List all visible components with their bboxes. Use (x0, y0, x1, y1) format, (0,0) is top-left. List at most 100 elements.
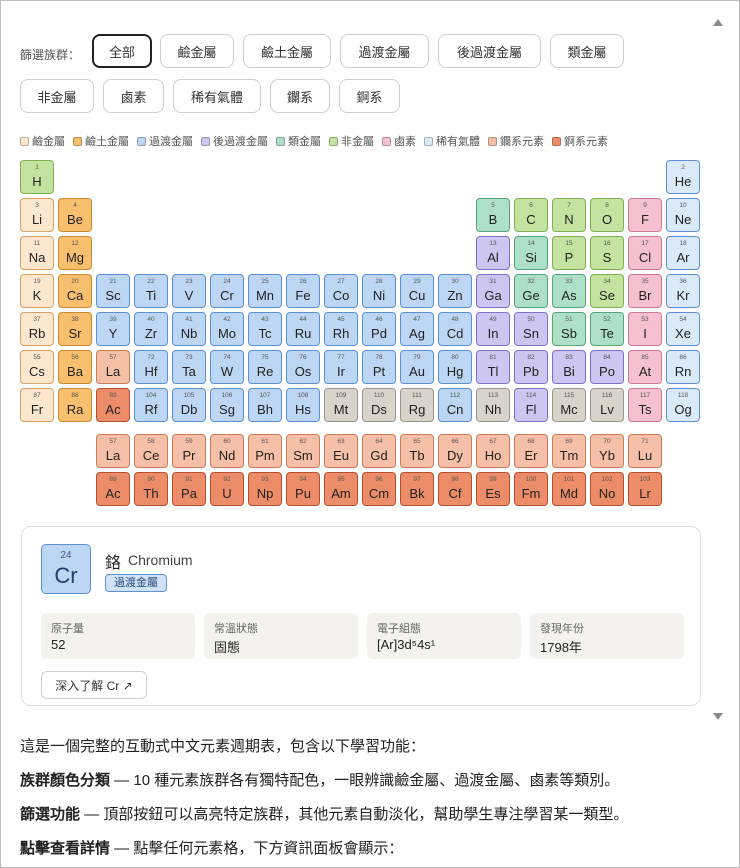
element-tile-n[interactable]: 7N (552, 198, 586, 232)
element-tile-cn[interactable]: 112 Cn (438, 388, 472, 422)
element-tile-ra[interactable]: 88 Ra (58, 388, 92, 422)
element-tile-li[interactable]: 3 Li (20, 198, 54, 232)
element-tile-bh[interactable]: 107 Bh (248, 388, 282, 422)
element-tile-o[interactable]: 8O (590, 198, 624, 232)
element-tile-eu[interactable]: 63 Eu (324, 434, 358, 468)
element-tile-s[interactable]: 16 S (590, 236, 624, 270)
element-tile-kr[interactable]: 36 Kr (666, 274, 700, 308)
element-tile-hg[interactable]: 80 Hg (438, 350, 472, 384)
element-tile-sm[interactable]: 62 Sm (286, 434, 320, 468)
element-tile-hf[interactable]: 72 Hf (134, 350, 168, 384)
element-tile-fr[interactable]: 87 Fr (20, 388, 54, 422)
element-tile-ru[interactable]: 44 Ru (286, 312, 320, 346)
element-tile-c[interactable]: 6C (514, 198, 548, 232)
element-tile-ag[interactable]: 47 Ag (400, 312, 434, 346)
element-tile-pb[interactable]: 82 Pb (514, 350, 548, 384)
element-tile-he[interactable]: 2 He (666, 160, 700, 194)
element-tile-sn[interactable]: 50 Sn (514, 312, 548, 346)
element-tile-ni[interactable]: 28 Ni (362, 274, 396, 308)
element-tile-y[interactable]: 39 Y (96, 312, 130, 346)
element-tile-os[interactable]: 76 Os (286, 350, 320, 384)
element-tile-re[interactable]: 75 Re (248, 350, 282, 384)
element-tile-bi[interactable]: 83 Bi (552, 350, 586, 384)
scroll-up-arrow-icon[interactable] (713, 19, 723, 26)
element-tile-cu[interactable]: 29 Cu (400, 274, 434, 308)
element-tile-mg[interactable]: 12 Mg (58, 236, 92, 270)
element-tile-al[interactable]: 13 Al (476, 236, 510, 270)
element-tile-no[interactable]: 102 No (590, 472, 624, 506)
element-tile-co[interactable]: 27 Co (324, 274, 358, 308)
element-tile-ba[interactable]: 56 Ba (58, 350, 92, 384)
element-tile-ce[interactable]: 58 Ce (134, 434, 168, 468)
element-tile-cm[interactable]: 96 Cm (362, 472, 396, 506)
element-tile-ts[interactable]: 117 Ts (628, 388, 662, 422)
element-tile-cr[interactable]: 24 Cr (210, 274, 244, 308)
element-tile-ga[interactable]: 31 Ga (476, 274, 510, 308)
element-tile-ar[interactable]: 18 Ar (666, 236, 700, 270)
element-tile-si[interactable]: 14 Si (514, 236, 548, 270)
element-tile-fm[interactable]: 100 Fm (514, 472, 548, 506)
element-tile-pd[interactable]: 46 Pd (362, 312, 396, 346)
element-tile-gd[interactable]: 64 Gd (362, 434, 396, 468)
element-tile-ti[interactable]: 22 Ti (134, 274, 168, 308)
element-tile-ge[interactable]: 32 Ge (514, 274, 548, 308)
element-tile-se[interactable]: 34 Se (590, 274, 624, 308)
element-tile-nb[interactable]: 41 Nb (172, 312, 206, 346)
element-tile-f[interactable]: 9F (628, 198, 662, 232)
element-tile-nh[interactable]: 113 Nh (476, 388, 510, 422)
element-tile-mt[interactable]: 109 Mt (324, 388, 358, 422)
element-tile-zn[interactable]: 30 Zn (438, 274, 472, 308)
element-tile-zr[interactable]: 40 Zr (134, 312, 168, 346)
element-tile-rn[interactable]: 86 Rn (666, 350, 700, 384)
element-tile-au[interactable]: 79 Au (400, 350, 434, 384)
element-tile-og[interactable]: 118 Og (666, 388, 700, 422)
element-tile-sr[interactable]: 38 Sr (58, 312, 92, 346)
element-tile-pa[interactable]: 91 Pa (172, 472, 206, 506)
element-tile-pm[interactable]: 61 Pm (248, 434, 282, 468)
element-tile-at[interactable]: 85 At (628, 350, 662, 384)
element-tile-sb[interactable]: 51 Sb (552, 312, 586, 346)
element-tile-ds[interactable]: 110 Ds (362, 388, 396, 422)
element-tile-rg[interactable]: 111 Rg (400, 388, 434, 422)
element-tile-u[interactable]: 92 U (210, 472, 244, 506)
element-tile-te[interactable]: 52 Te (590, 312, 624, 346)
element-tile-ta[interactable]: 73 Ta (172, 350, 206, 384)
element-tile-rh[interactable]: 45 Rh (324, 312, 358, 346)
element-tile-sc[interactable]: 21 Sc (96, 274, 130, 308)
element-tile-la[interactable]: 57 La (96, 350, 130, 384)
element-tile-db[interactable]: 105 Db (172, 388, 206, 422)
element-tile-lr[interactable]: 103 Lr (628, 472, 662, 506)
element-tile-cd[interactable]: 48 Cd (438, 312, 472, 346)
element-tile-cf[interactable]: 98 Cf (438, 472, 472, 506)
element-tile-pu[interactable]: 94 Pu (286, 472, 320, 506)
element-tile-h[interactable]: 1H (20, 160, 54, 194)
element-tile-cs[interactable]: 55 Cs (20, 350, 54, 384)
element-tile-es[interactable]: 99 Es (476, 472, 510, 506)
element-tile-mc[interactable]: 115 Mc (552, 388, 586, 422)
element-tile-ir[interactable]: 77 Ir (324, 350, 358, 384)
element-tile-hs[interactable]: 108 Hs (286, 388, 320, 422)
element-tile-dy[interactable]: 66 Dy (438, 434, 472, 468)
element-tile-tc[interactable]: 43 Tc (248, 312, 282, 346)
element-tile-in[interactable]: 49 In (476, 312, 510, 346)
element-tile-ne[interactable]: 10 Ne (666, 198, 700, 232)
element-tile-xe[interactable]: 54 Xe (666, 312, 700, 346)
element-tile-md[interactable]: 101 Md (552, 472, 586, 506)
element-tile-be[interactable]: 4 Be (58, 198, 92, 232)
element-tile-b[interactable]: 5B (476, 198, 510, 232)
learn-more-button[interactable]: 深入了解 Cr ↗ (41, 671, 147, 699)
element-tile-rb[interactable]: 37 Rb (20, 312, 54, 346)
element-tile-mo[interactable]: 42 Mo (210, 312, 244, 346)
element-tile-th[interactable]: 90 Th (134, 472, 168, 506)
element-tile-np[interactable]: 93 Np (248, 472, 282, 506)
scroll-down-arrow-icon[interactable] (713, 713, 723, 720)
element-tile-br[interactable]: 35 Br (628, 274, 662, 308)
element-tile-p[interactable]: 15 P (552, 236, 586, 270)
element-tile-po[interactable]: 84 Po (590, 350, 624, 384)
element-tile-lv[interactable]: 116 Lv (590, 388, 624, 422)
element-tile-fe[interactable]: 26 Fe (286, 274, 320, 308)
element-tile-am[interactable]: 95 Am (324, 472, 358, 506)
element-tile-yb[interactable]: 70 Yb (590, 434, 624, 468)
element-tile-er[interactable]: 68 Er (514, 434, 548, 468)
element-tile-lu[interactable]: 71 Lu (628, 434, 662, 468)
